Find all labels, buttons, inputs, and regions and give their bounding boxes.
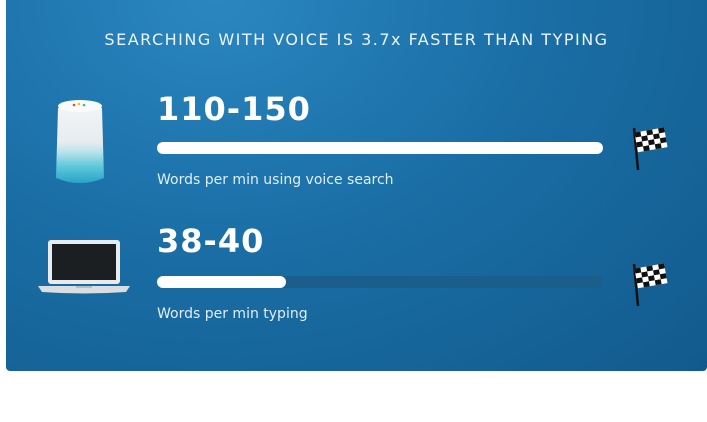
voice-stat-value: 110-150: [157, 90, 311, 128]
typing-stat-value: 38-40: [157, 222, 265, 260]
typing-progress-fill: [157, 276, 287, 288]
checkered-flag-icon: [632, 263, 668, 307]
voice-progress-bar: [157, 142, 603, 154]
typing-progress-bar: [157, 276, 603, 288]
typing-stat-caption: Words per min typing: [157, 306, 308, 322]
infographic-card: SEARCHING WITH VOICE IS 3.7x FASTER THAN…: [6, 0, 707, 371]
checkered-flag-icon: [632, 127, 668, 171]
smart-speaker-icon: [56, 100, 104, 183]
voice-progress-fill: [157, 142, 603, 154]
laptop-icon: [38, 240, 130, 294]
headline: SEARCHING WITH VOICE IS 3.7x FASTER THAN…: [104, 30, 609, 49]
voice-stat-caption: Words per min using voice search: [157, 172, 394, 188]
